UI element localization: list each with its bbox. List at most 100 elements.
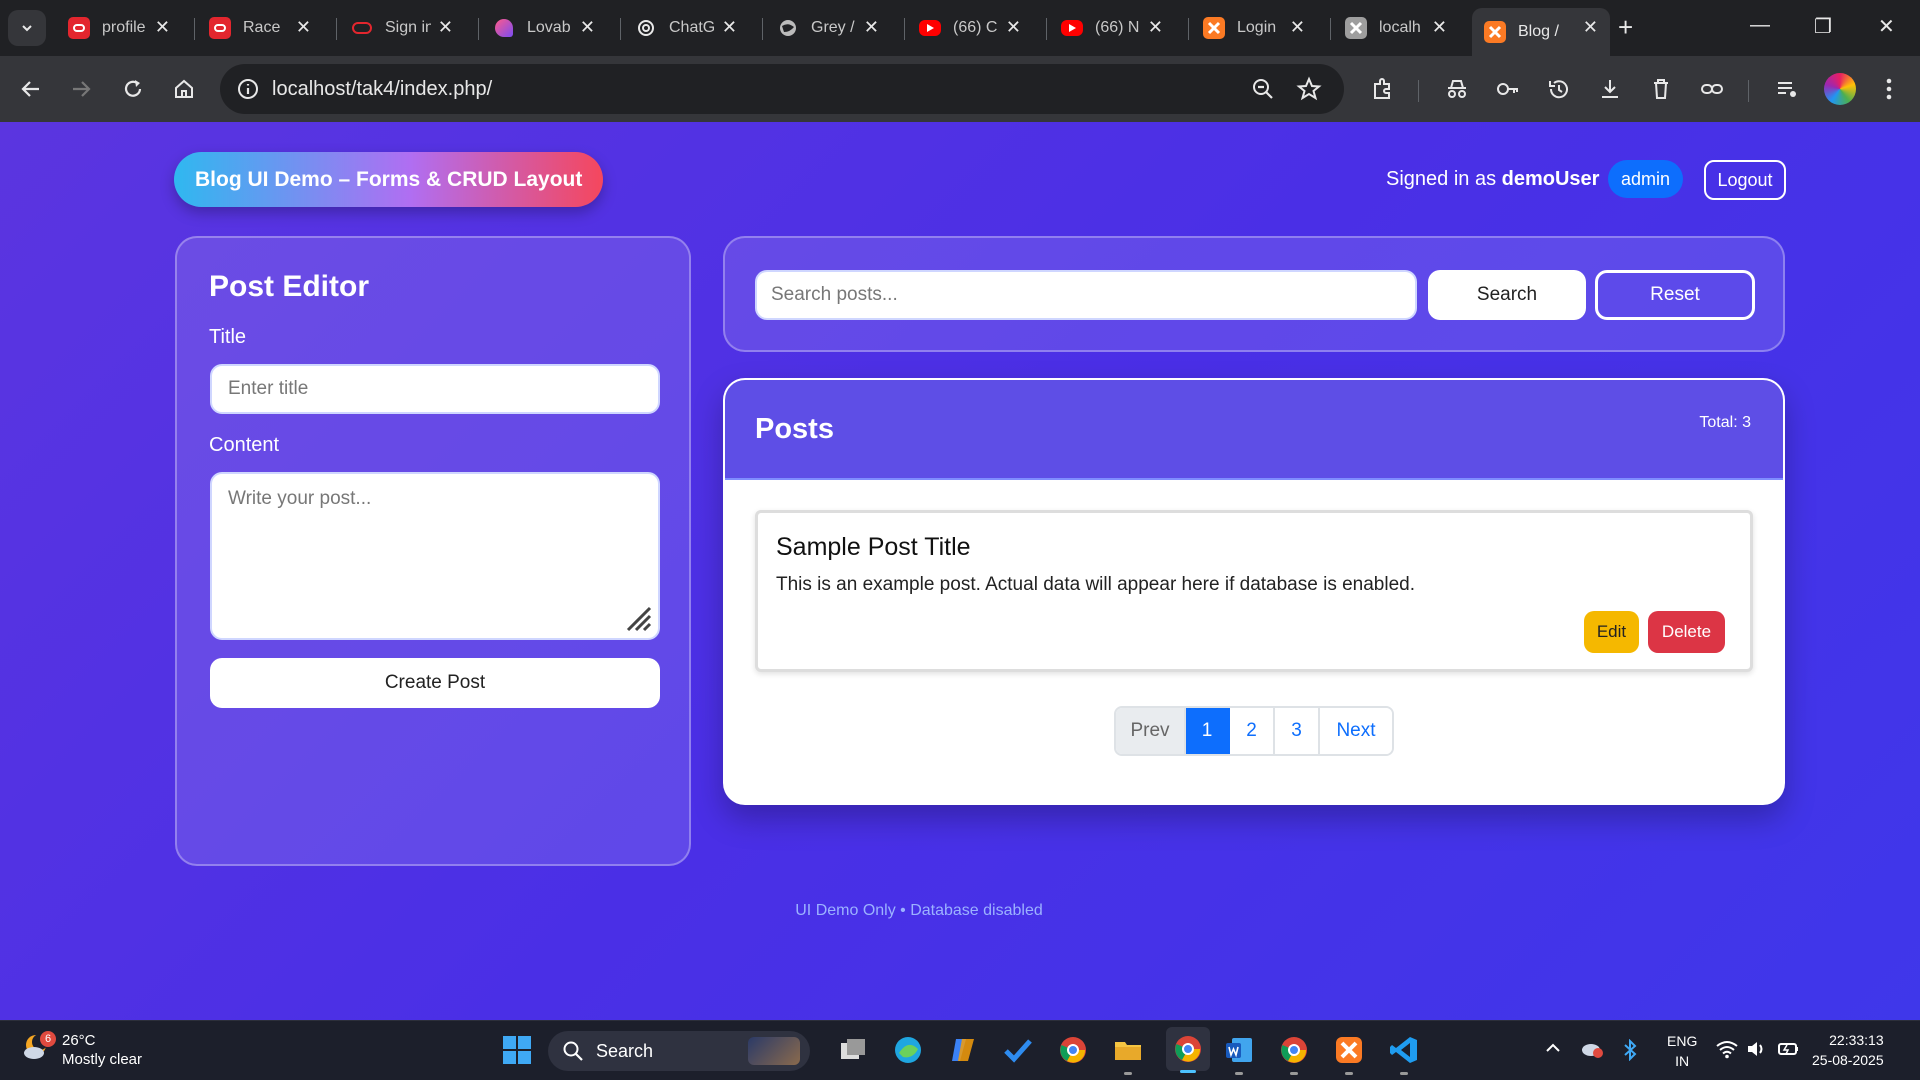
tab-search-button[interactable]: [8, 10, 46, 46]
username: demoUser: [1501, 168, 1600, 190]
system-clock[interactable]: 22:33:13 25-08-2025: [1812, 1030, 1884, 1070]
close-icon[interactable]: ✕: [1583, 17, 1598, 38]
download-icon[interactable]: [1595, 74, 1625, 104]
browser-tab[interactable]: Race ✕: [197, 8, 323, 48]
reset-button[interactable]: Reset: [1595, 270, 1755, 320]
history-icon[interactable]: [1544, 74, 1574, 104]
link-icon[interactable]: [1697, 74, 1727, 104]
restore-icon[interactable]: ❐: [1814, 14, 1832, 39]
forward-button[interactable]: [66, 74, 96, 104]
close-icon[interactable]: ✕: [1006, 17, 1021, 38]
volume-icon[interactable]: [1746, 1039, 1768, 1062]
tab-title: ChatG: [669, 19, 715, 36]
todo-check-icon[interactable]: [1001, 1033, 1035, 1067]
taskbar-search[interactable]: Search: [548, 1031, 810, 1071]
battery-icon[interactable]: [1776, 1039, 1800, 1062]
weather-condition: Mostly clear: [62, 1051, 143, 1068]
post-body: This is an example post. Actual data wil…: [776, 574, 1415, 595]
pagination-page-3[interactable]: 3: [1275, 708, 1320, 754]
bluetooth-icon[interactable]: [1622, 1038, 1638, 1064]
chevron-down-icon: [22, 25, 32, 32]
close-icon[interactable]: ✕: [438, 17, 453, 38]
windows-start-icon[interactable]: [500, 1033, 534, 1067]
incognito-icon[interactable]: [1442, 74, 1472, 104]
weather-badge: 6: [40, 1031, 56, 1047]
pagination-prev[interactable]: Prev: [1116, 708, 1186, 754]
tab-title: Lovab: [527, 19, 571, 36]
trash-icon[interactable]: [1646, 74, 1676, 104]
kebab-menu-icon[interactable]: [1874, 74, 1904, 104]
word-icon[interactable]: [1222, 1033, 1256, 1075]
site-info-icon[interactable]: [236, 77, 260, 101]
browser-tab[interactable]: ChatG ✕: [623, 8, 749, 48]
edit-post-button[interactable]: Edit: [1584, 611, 1639, 653]
browser-tab[interactable]: (66) N ✕: [1049, 8, 1175, 48]
chrome-profile-icon[interactable]: [1277, 1033, 1311, 1075]
url-text[interactable]: localhost/tak4/index.php/: [272, 78, 492, 101]
weather-widget[interactable]: 6 26°C Mostly clear: [20, 1031, 142, 1069]
tab-divider: [194, 18, 195, 40]
close-icon[interactable]: ✕: [864, 17, 879, 38]
search-input[interactable]: Search posts...: [755, 270, 1417, 320]
title-input[interactable]: Enter title: [210, 364, 660, 414]
copilot-icon[interactable]: [946, 1033, 980, 1067]
edge-icon[interactable]: [891, 1033, 925, 1067]
extensions-icon[interactable]: [1368, 74, 1398, 104]
browser-tab-active[interactable]: Blog / ✕: [1472, 8, 1610, 56]
bookmark-star-icon[interactable]: [1296, 76, 1322, 102]
zoom-icon[interactable]: [1250, 76, 1276, 102]
close-icon[interactable]: ✕: [155, 17, 170, 38]
arrow-right-icon: [73, 81, 91, 97]
onedrive-error-icon[interactable]: [1580, 1039, 1604, 1062]
pagination-page-2[interactable]: 2: [1230, 708, 1275, 754]
chrome-profile-active-icon[interactable]: [1166, 1027, 1210, 1073]
browser-tab[interactable]: localh ✕: [1333, 8, 1459, 48]
minimize-icon[interactable]: —: [1750, 14, 1770, 37]
browser-tab[interactable]: (66) C ✕: [907, 8, 1033, 48]
browser-tab[interactable]: Lovab ✕: [481, 8, 607, 48]
language-indicator[interactable]: ENG IN: [1667, 1031, 1697, 1071]
browser-tab[interactable]: Sign in ✕: [339, 8, 465, 48]
home-button[interactable]: [169, 74, 199, 104]
resize-handle-icon[interactable]: [624, 604, 652, 632]
search-button[interactable]: Search: [1428, 270, 1586, 320]
vscode-icon[interactable]: [1387, 1033, 1421, 1075]
close-icon[interactable]: ✕: [296, 17, 311, 38]
new-tab-button[interactable]: +: [1618, 12, 1633, 43]
running-indicator: [1400, 1072, 1408, 1075]
youtube-icon: [919, 20, 941, 36]
password-key-icon[interactable]: [1493, 74, 1523, 104]
media-queue-icon[interactable]: [1772, 74, 1802, 104]
file-explorer-icon[interactable]: [1111, 1033, 1145, 1075]
close-icon[interactable]: ✕: [1432, 17, 1447, 38]
pagination: Prev 1 2 3 Next: [1114, 706, 1394, 756]
browser-tab[interactable]: Login ✕: [1191, 8, 1317, 48]
browser-tab[interactable]: profile ✕: [56, 8, 182, 48]
profile-avatar[interactable]: [1824, 73, 1856, 105]
post-editor-card: Post Editor Title Enter title Content Wr…: [175, 236, 691, 866]
tray-overflow-icon[interactable]: [1544, 1039, 1562, 1060]
tab-title: (66) N: [1095, 19, 1140, 36]
browser-tab[interactable]: Grey / ✕: [765, 8, 891, 48]
content-textarea[interactable]: Write your post...: [210, 472, 660, 640]
tab-title: Login: [1237, 19, 1277, 36]
back-button[interactable]: [16, 74, 46, 104]
xampp-icon[interactable]: [1332, 1033, 1366, 1075]
close-icon[interactable]: ✕: [722, 17, 737, 38]
reload-button[interactable]: [118, 74, 148, 104]
youtube-icon: [1061, 20, 1083, 36]
chrome-icon[interactable]: [1056, 1033, 1090, 1067]
close-icon[interactable]: ✕: [1290, 17, 1305, 38]
close-icon[interactable]: ✕: [1148, 17, 1163, 38]
task-view-icon[interactable]: [836, 1033, 870, 1067]
create-post-button[interactable]: Create Post: [210, 658, 660, 708]
wifi-icon[interactable]: [1716, 1039, 1738, 1062]
delete-post-button[interactable]: Delete: [1648, 611, 1725, 653]
close-icon[interactable]: ✕: [580, 17, 595, 38]
posts-header: Posts Total: 3: [725, 380, 1783, 480]
logout-button[interactable]: Logout: [1704, 160, 1786, 200]
pagination-next[interactable]: Next: [1320, 708, 1392, 754]
pagination-page-1[interactable]: 1: [1186, 708, 1230, 754]
close-window-icon[interactable]: ✕: [1878, 14, 1895, 39]
address-bar[interactable]: localhost/tak4/index.php/: [220, 64, 1344, 114]
